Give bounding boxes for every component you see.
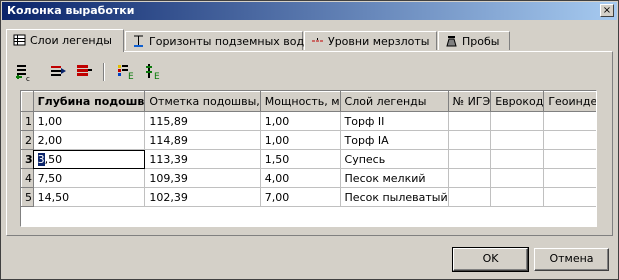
permafrost-level-icon bbox=[312, 38, 323, 42]
tab-strip: Слои легенды Горизонты подземных вод Уро… bbox=[6, 29, 612, 52]
selected-text: 3 bbox=[37, 152, 45, 166]
column-header-bottom-elevation[interactable]: Отметка подошвы, bbox=[144, 91, 261, 112]
grid-corner bbox=[21, 91, 34, 112]
cell-thickness[interactable]: 4,00 bbox=[260, 168, 341, 188]
cell-legend-layer[interactable]: Торф IA bbox=[340, 130, 449, 150]
table-row[interactable]: 4 7,50 109,39 4,00 Песок мелкий bbox=[21, 168, 596, 188]
cell-text-rest: ,50 bbox=[44, 152, 63, 166]
cell-geoindex[interactable] bbox=[543, 187, 596, 207]
cell-depth-editing[interactable]: 3,50 bbox=[33, 149, 146, 169]
cell-ige-number[interactable] bbox=[448, 187, 492, 207]
svg-text:E: E bbox=[128, 72, 134, 82]
toolbar-separator bbox=[103, 63, 105, 81]
row-number[interactable]: 2 bbox=[21, 130, 34, 150]
column-header-legend-layer[interactable]: Слой легенды bbox=[339, 91, 449, 112]
column-header-eurocode[interactable]: Еврокод bbox=[490, 91, 545, 112]
cell-depth[interactable]: 1,00 bbox=[33, 111, 146, 131]
add-row-button[interactable]: c bbox=[14, 62, 34, 83]
insert-row-icon bbox=[51, 66, 66, 76]
cell-eurocode[interactable] bbox=[490, 111, 545, 131]
column-header-thickness[interactable]: Мощность, м bbox=[259, 91, 341, 112]
cell-eurocode[interactable] bbox=[490, 187, 545, 207]
cell-geoindex[interactable] bbox=[543, 130, 596, 150]
cell-ige-number[interactable] bbox=[448, 111, 492, 131]
tab-label: Пробы bbox=[462, 35, 500, 48]
cell-thickness[interactable]: 7,00 bbox=[260, 187, 341, 207]
cell-thickness[interactable]: 1,00 bbox=[260, 130, 341, 150]
groundwater-horizon-icon bbox=[134, 35, 143, 47]
tab-legend-layers[interactable]: Слои легенды bbox=[6, 29, 124, 52]
legend-settings-button[interactable]: E bbox=[144, 62, 164, 82]
cell-legend-layer[interactable]: Супесь bbox=[340, 149, 449, 169]
cell-eurocode[interactable] bbox=[490, 149, 545, 169]
delete-row-button[interactable] bbox=[74, 62, 94, 82]
row-number[interactable]: 3 bbox=[21, 149, 34, 169]
cell-ige-number[interactable] bbox=[448, 130, 492, 150]
close-icon: × bbox=[602, 5, 612, 16]
cell-legend-layer[interactable]: Песок пылеватый bbox=[340, 187, 449, 207]
cell-bottom-elevation[interactable]: 109,39 bbox=[144, 168, 261, 188]
cell-geoindex[interactable] bbox=[543, 111, 596, 131]
tab-samples[interactable]: Пробы bbox=[438, 31, 510, 50]
cell-ige-number[interactable] bbox=[448, 168, 492, 188]
cell-bottom-elevation[interactable]: 114,89 bbox=[144, 130, 261, 150]
delete-row-icon bbox=[77, 65, 92, 76]
cell-depth[interactable]: 7,50 bbox=[33, 168, 146, 188]
insert-row-button[interactable] bbox=[48, 62, 68, 82]
table-row[interactable]: 2 2,00 114,89 1,00 Торф IA bbox=[21, 130, 596, 150]
cell-geoindex[interactable] bbox=[543, 168, 596, 188]
samples-icon bbox=[446, 36, 457, 47]
color-legend-icon: E bbox=[118, 65, 134, 82]
column-header-ige-number[interactable]: № ИГЭ bbox=[447, 91, 492, 112]
legend-layers-grid[interactable]: Глубина подошв Отметка подошвы, Мощность… bbox=[20, 90, 597, 227]
ok-button[interactable]: OK bbox=[452, 247, 529, 272]
cell-depth[interactable]: 14,50 bbox=[33, 187, 146, 207]
cell-depth[interactable]: 2,00 bbox=[33, 130, 146, 150]
tab-groundwater[interactable]: Горизонты подземных вод bbox=[125, 31, 305, 50]
cell-bottom-elevation[interactable]: 115,89 bbox=[144, 111, 261, 131]
row-number[interactable]: 4 bbox=[21, 168, 34, 188]
cell-bottom-elevation[interactable]: 102,39 bbox=[144, 187, 261, 207]
window-title: Колонка выработки bbox=[7, 4, 135, 17]
cell-ige-number[interactable] bbox=[448, 149, 492, 169]
layers-list-icon bbox=[13, 34, 26, 46]
tab-label: Горизонты подземных вод bbox=[149, 35, 305, 48]
grid-table: Глубина подошв Отметка подошвы, Мощность… bbox=[21, 91, 596, 207]
row-number[interactable]: 5 bbox=[21, 187, 34, 207]
tab-label: Уровни мерзлоты bbox=[328, 35, 430, 48]
cell-thickness[interactable]: 1,50 bbox=[260, 149, 341, 169]
table-row[interactable]: 1 1,00 115,89 1,00 Торф II bbox=[21, 111, 596, 131]
grid-header-row: Глубина подошв Отметка подошвы, Мощность… bbox=[21, 91, 596, 112]
cell-legend-layer[interactable]: Торф II bbox=[340, 111, 449, 131]
cancel-button[interactable]: Отмена bbox=[534, 248, 609, 271]
tab-permafrost[interactable]: Уровни мерзлоты bbox=[304, 31, 437, 50]
title-bar[interactable]: Колонка выработки × bbox=[2, 2, 617, 20]
tab-label: Слои легенды bbox=[30, 34, 112, 47]
color-legend-button[interactable]: E bbox=[116, 62, 136, 82]
legend-settings-icon: E bbox=[146, 64, 160, 82]
close-button[interactable]: × bbox=[600, 4, 614, 17]
cell-eurocode[interactable] bbox=[490, 168, 545, 188]
cell-legend-layer[interactable]: Песок мелкий bbox=[340, 168, 449, 188]
svg-text:c: c bbox=[26, 75, 30, 82]
add-row-icon: c bbox=[16, 65, 30, 83]
row-number[interactable]: 1 bbox=[21, 111, 34, 131]
cell-geoindex[interactable] bbox=[543, 149, 596, 169]
cell-thickness[interactable]: 1,00 bbox=[260, 111, 341, 131]
cell-bottom-elevation[interactable]: 113,39 bbox=[144, 149, 261, 169]
cell-eurocode[interactable] bbox=[490, 130, 545, 150]
svg-text:E: E bbox=[154, 72, 160, 82]
table-row[interactable]: 5 14,50 102,39 7,00 Песок пылеватый bbox=[21, 187, 596, 207]
column-header-geoindex[interactable]: Геоиндекс bbox=[543, 91, 596, 112]
table-row-current[interactable]: 3 3,50 113,39 1,50 Супесь bbox=[21, 149, 596, 169]
column-header-depth[interactable]: Глубина подошв bbox=[32, 91, 146, 112]
